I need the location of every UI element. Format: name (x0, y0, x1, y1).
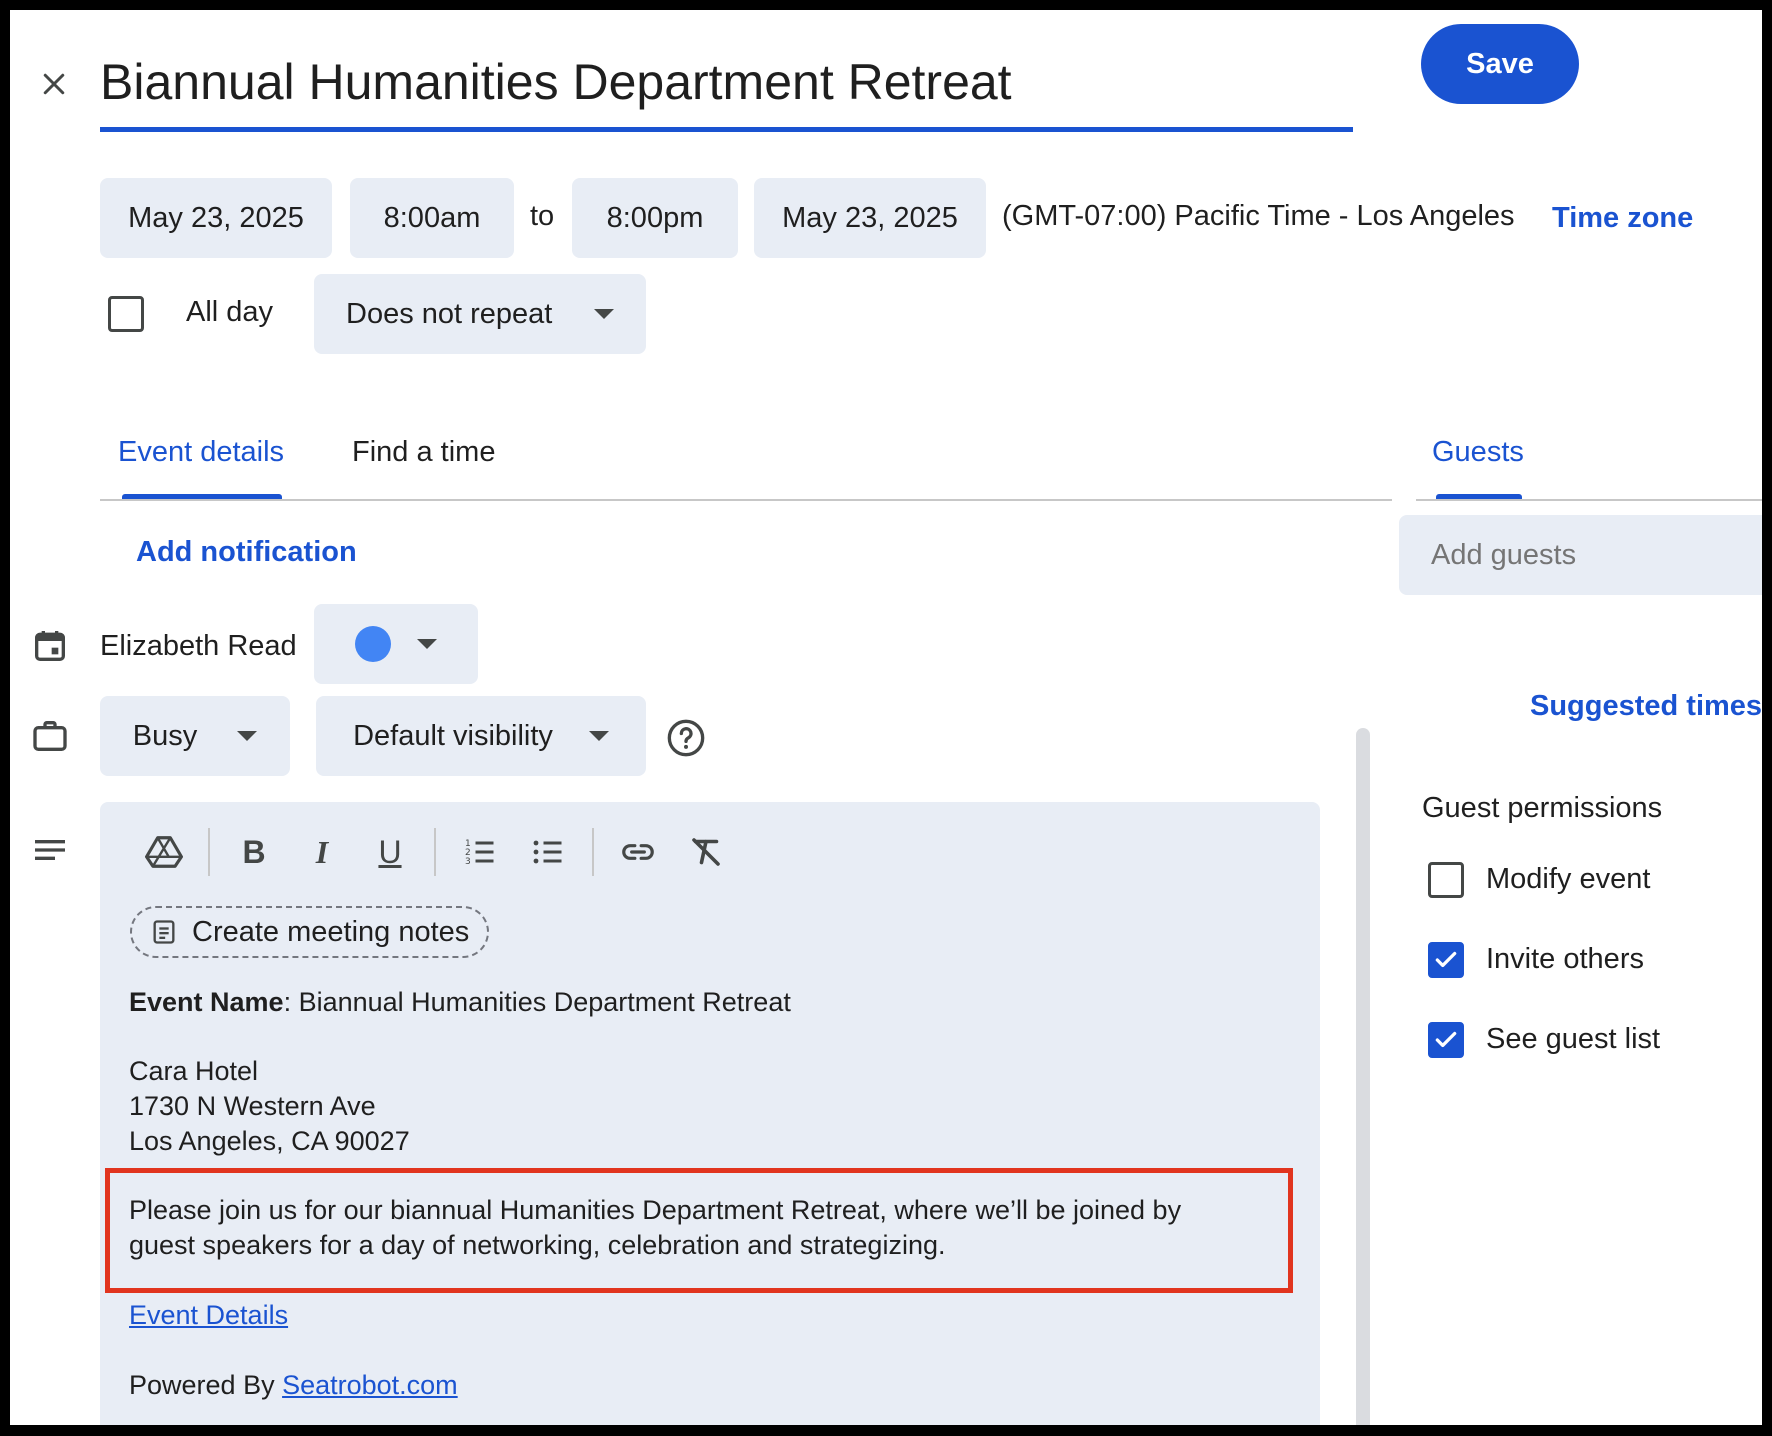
toolbar-separator (434, 828, 436, 876)
notes-icon (153, 920, 175, 944)
tab-find-a-time[interactable]: Find a time (352, 436, 495, 469)
toolbar-separator (592, 828, 594, 876)
numbered-list-button[interactable]: 123 (456, 828, 504, 876)
close-button[interactable] (26, 56, 82, 112)
scrollbar[interactable] (1356, 728, 1370, 1425)
visibility-value: Default visibility (353, 719, 553, 752)
invite-text-line-1: Please join us for our biannual Humaniti… (129, 1195, 1182, 1225)
see-guest-list-label: See guest list (1486, 1023, 1661, 1055)
tab-guests[interactable]: Guests (1432, 436, 1524, 469)
powered-by-label: Powered By (129, 1370, 283, 1400)
invite-others-label: Invite others (1486, 943, 1644, 975)
venue-name: Cara Hotel (129, 1056, 259, 1086)
guest-permissions-title: Guest permissions (1422, 792, 1663, 824)
underline-icon: U (378, 833, 402, 870)
checkmark-icon (1435, 951, 1457, 968)
all-day-checkbox[interactable] (108, 296, 144, 332)
event-title: Biannual Humanities Department Retreat (100, 54, 1012, 110)
modify-event-label: Modify event (1486, 863, 1651, 895)
chevron-down-icon (237, 731, 258, 741)
invite-text-line-2: guest speakers for a day of networking, … (129, 1230, 946, 1260)
end-time-field[interactable]: 8:00pm (572, 178, 738, 258)
save-button[interactable]: Save (1421, 24, 1579, 104)
bold-icon: B (242, 833, 266, 870)
drive-button[interactable] (140, 828, 188, 876)
bold-button[interactable]: B (230, 828, 278, 876)
numbered-list-icon: 123 (465, 839, 494, 867)
italic-button[interactable]: I (298, 828, 346, 876)
close-icon (43, 73, 65, 95)
add-guests-input[interactable] (1399, 515, 1762, 595)
event-name-value: : Biannual Humanities Department Retreat (283, 987, 791, 1017)
suggested-times-link[interactable]: Suggested times (1530, 690, 1762, 723)
drive-icon (145, 836, 183, 868)
timezone-text: (GMT-07:00) Pacific Time - Los Angeles (1002, 200, 1515, 232)
seatrobot-link[interactable]: Seatrobot.com (282, 1370, 458, 1400)
to-label: to (530, 200, 555, 232)
modify-event-checkbox[interactable] (1428, 862, 1464, 898)
clear-formatting-icon (692, 838, 720, 866)
calendar-icon (30, 626, 70, 666)
busy-value: Busy (132, 719, 198, 752)
briefcase-icon (30, 716, 70, 756)
calendar-owner: Elizabeth Read (100, 630, 297, 662)
chevron-down-icon (594, 309, 615, 319)
visibility-dropdown[interactable]: Default visibility (316, 696, 646, 776)
timezone-link[interactable]: Time zone (1552, 202, 1693, 235)
description-icon (30, 830, 70, 870)
insert-link-button[interactable] (614, 828, 662, 876)
bulleted-list-icon (533, 840, 562, 864)
invite-others-checkbox[interactable] (1428, 942, 1464, 978)
repeat-value: Does not repeat (346, 297, 553, 330)
see-guest-list-checkbox[interactable] (1428, 1022, 1464, 1058)
start-date-field[interactable]: May 23, 2025 (100, 178, 332, 258)
powered-by-line: Powered By Seatrobot.com (129, 1368, 458, 1403)
chevron-down-icon (417, 639, 437, 649)
event-details-link-line: Event Details (129, 1298, 288, 1333)
formatting-toolbar: B I U 123 (140, 828, 730, 876)
start-time-field[interactable]: 8:00am (350, 178, 514, 258)
underline-button[interactable]: U (366, 828, 414, 876)
toolbar-separator (208, 828, 210, 876)
link-icon (622, 844, 654, 860)
guests-tabs-divider (1416, 499, 1762, 501)
busy-dropdown[interactable]: Busy (100, 696, 290, 776)
calendar-color-dropdown[interactable] (314, 604, 478, 684)
end-date-field[interactable]: May 23, 2025 (754, 178, 986, 258)
checkmark-icon (1435, 1031, 1457, 1048)
tab-event-details[interactable]: Event details (118, 436, 284, 469)
repeat-dropdown[interactable]: Does not repeat (314, 274, 646, 354)
italic-icon: I (315, 833, 329, 870)
tabs-divider (100, 499, 1392, 501)
svg-text:3: 3 (465, 857, 471, 867)
help-icon[interactable] (666, 718, 706, 758)
clear-formatting-button[interactable] (682, 828, 730, 876)
venue-city: Los Angeles, CA 90027 (129, 1126, 410, 1156)
title-field[interactable]: Biannual Humanities Department Retreat (100, 40, 1353, 132)
event-details-link[interactable]: Event Details (129, 1300, 288, 1330)
create-meeting-notes-button[interactable]: Create meeting notes (130, 906, 490, 958)
create-meeting-notes-label: Create meeting notes (192, 915, 470, 948)
event-name-line: Event Name: Biannual Humanities Departme… (129, 985, 791, 1020)
event-name-label: Event Name (129, 987, 284, 1017)
bulleted-list-button[interactable] (524, 828, 572, 876)
event-edit-page: Biannual Humanities Department Retreat S… (10, 10, 1762, 1425)
description-editor[interactable]: B I U 123 Create meeting notes Event Nam… (100, 802, 1320, 1425)
chevron-down-icon (588, 731, 609, 741)
all-day-label: All day (186, 296, 274, 328)
color-swatch (355, 626, 391, 662)
venue-street: 1730 N Western Ave (129, 1091, 376, 1121)
add-notification-link[interactable]: Add notification (136, 536, 357, 569)
